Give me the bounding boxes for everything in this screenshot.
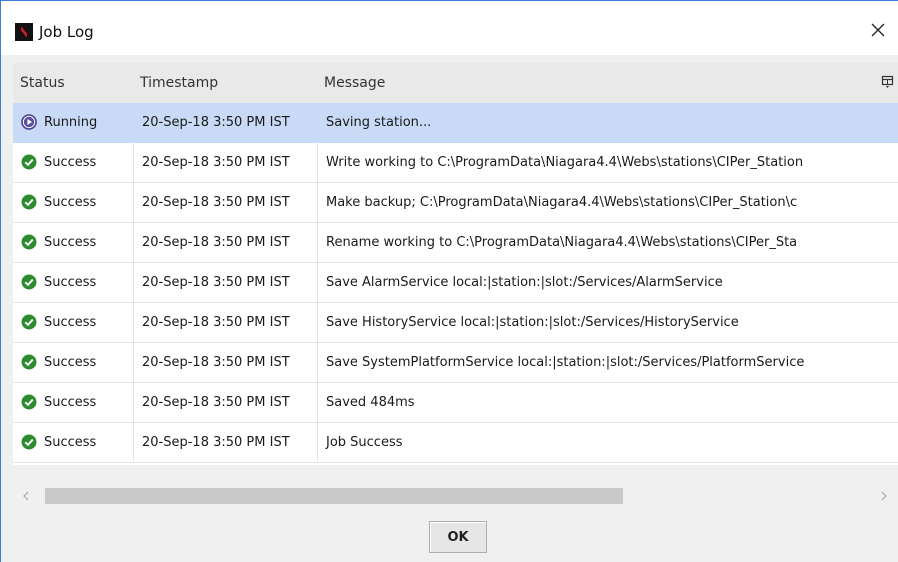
table-row[interactable]: Success 20-Sep-18 3:50 PM IST Save Histo… — [13, 303, 898, 343]
message-cell: Make backup; C:\ProgramData\Niagara4.4\W… — [317, 183, 898, 223]
check-circle-icon — [21, 354, 37, 370]
table-empty-area — [13, 463, 898, 465]
column-header-timestamp[interactable]: Timestamp — [133, 63, 218, 103]
timestamp-cell: 20-Sep-18 3:50 PM IST — [133, 303, 317, 343]
status-label: Success — [44, 435, 97, 450]
table-row[interactable]: Success 20-Sep-18 3:50 PM IST Job Succes… — [13, 423, 898, 463]
table-row[interactable]: Success 20-Sep-18 3:50 PM IST Save Syste… — [13, 343, 898, 383]
status-cell: Success — [13, 343, 133, 383]
close-button[interactable] — [858, 13, 898, 47]
column-chooser-icon[interactable] — [881, 75, 895, 89]
status-cell: Success — [13, 423, 133, 463]
job-log-dialog: Job Log Status Timestamp Message Running… — [0, 0, 898, 562]
status-label: Success — [44, 355, 97, 370]
check-circle-icon — [21, 194, 37, 210]
status-cell: Success — [13, 303, 133, 343]
close-icon — [871, 23, 885, 37]
column-header-message[interactable]: Message — [317, 63, 385, 103]
timestamp-cell: 20-Sep-18 3:50 PM IST — [133, 383, 317, 423]
check-circle-icon — [21, 154, 37, 170]
message-cell: Job Success — [317, 423, 898, 463]
timestamp-cell: 20-Sep-18 3:50 PM IST — [133, 103, 317, 143]
message-cell: Save AlarmService local:|station:|slot:/… — [317, 263, 898, 303]
check-circle-icon — [21, 274, 37, 290]
message-cell: Saved 484ms — [317, 383, 898, 423]
scrollbar-thumb[interactable] — [45, 488, 623, 504]
table-row[interactable]: Success 20-Sep-18 3:50 PM IST Make backu… — [13, 183, 898, 223]
status-label: Success — [44, 195, 97, 210]
window-title: Job Log — [39, 23, 94, 41]
check-circle-icon — [21, 434, 37, 450]
table-row[interactable]: Success 20-Sep-18 3:50 PM IST Save Alarm… — [13, 263, 898, 303]
check-circle-icon — [21, 394, 37, 410]
column-header-status[interactable]: Status — [13, 63, 65, 103]
title-bar: Job Log — [1, 1, 898, 55]
status-label: Success — [44, 155, 97, 170]
timestamp-cell: 20-Sep-18 3:50 PM IST — [133, 423, 317, 463]
scroll-right-arrow-icon[interactable] — [879, 490, 889, 502]
message-cell: Save SystemPlatformService local:|statio… — [317, 343, 898, 383]
table-row[interactable]: Success 20-Sep-18 3:50 PM IST Saved 484m… — [13, 383, 898, 423]
status-label: Success — [44, 275, 97, 290]
timestamp-cell: 20-Sep-18 3:50 PM IST — [133, 183, 317, 223]
table-header: Status Timestamp Message — [13, 63, 898, 103]
niagara-logo-icon — [15, 23, 33, 41]
ok-button[interactable]: OK — [429, 521, 487, 553]
job-log-table: Status Timestamp Message Running 20-Sep-… — [13, 63, 898, 465]
status-cell: Success — [13, 183, 133, 223]
status-label: Success — [44, 315, 97, 330]
check-circle-icon — [21, 234, 37, 250]
message-cell: Saving station... — [317, 103, 898, 143]
message-cell: Rename working to C:\ProgramData\Niagara… — [317, 223, 898, 263]
table-row[interactable]: Success 20-Sep-18 3:50 PM IST Rename wor… — [13, 223, 898, 263]
status-cell: Success — [13, 223, 133, 263]
status-label: Success — [44, 395, 97, 410]
message-cell: Write working to C:\ProgramData\Niagara4… — [317, 143, 898, 183]
status-label: Success — [44, 235, 97, 250]
timestamp-cell: 20-Sep-18 3:50 PM IST — [133, 223, 317, 263]
timestamp-cell: 20-Sep-18 3:50 PM IST — [133, 143, 317, 183]
table-row[interactable]: Running 20-Sep-18 3:50 PM IST Saving sta… — [13, 103, 898, 143]
status-cell: Success — [13, 143, 133, 183]
horizontal-scrollbar[interactable] — [13, 485, 898, 507]
check-circle-icon — [21, 314, 37, 330]
table-row[interactable]: Success 20-Sep-18 3:50 PM IST Write work… — [13, 143, 898, 183]
timestamp-cell: 20-Sep-18 3:50 PM IST — [133, 343, 317, 383]
timestamp-cell: 20-Sep-18 3:50 PM IST — [133, 263, 317, 303]
play-circle-icon — [21, 114, 37, 130]
status-cell: Success — [13, 383, 133, 423]
status-cell: Success — [13, 263, 133, 303]
status-label: Running — [44, 115, 98, 130]
message-cell: Save HistoryService local:|station:|slot… — [317, 303, 898, 343]
scroll-left-arrow-icon[interactable] — [21, 490, 31, 502]
status-cell: Running — [13, 103, 133, 143]
